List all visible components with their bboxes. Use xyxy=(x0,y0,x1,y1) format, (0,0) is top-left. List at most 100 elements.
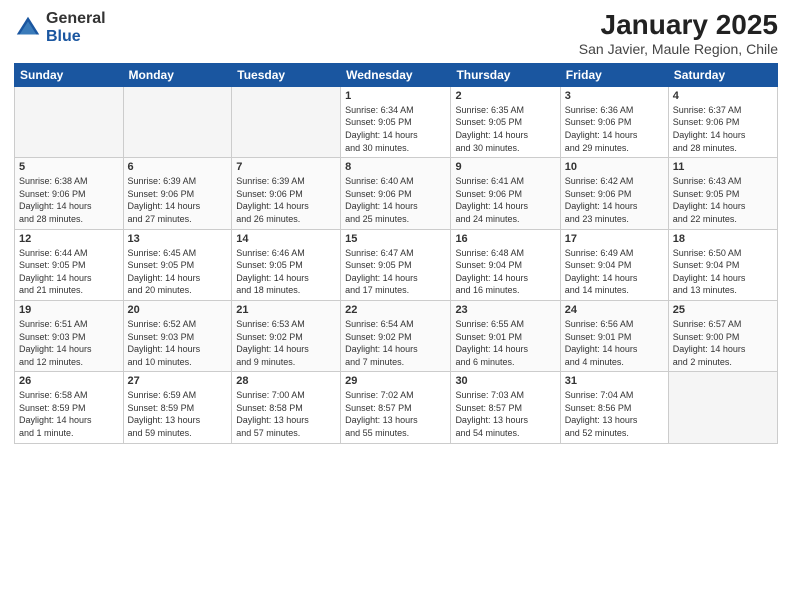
table-row: 12Sunrise: 6:44 AM Sunset: 9:05 PM Dayli… xyxy=(15,229,124,300)
calendar-week-row: 19 Sunrise: 6:51 AM Sunset: 9:03 PM Dayli… xyxy=(15,300,778,371)
table-row: 19 Sunrise: 6:51 AM Sunset: 9:03 PM Dayli… xyxy=(15,300,124,371)
table-row: 20 Sunrise: 6:52 AM Sunset: 9:03 PM Dayli… xyxy=(123,300,232,371)
day-info: Sunrise: 6:35 AM Sunset: 9:05 PM Dayligh… xyxy=(455,104,555,154)
table-row xyxy=(15,86,124,157)
table-row xyxy=(232,86,341,157)
col-saturday: Saturday xyxy=(668,63,777,86)
day-number: 25 xyxy=(673,304,773,316)
day-info: Sunrise: 7:00 AM Sunset: 8:58 PM Dayligh… xyxy=(236,389,336,439)
day-info: Sunrise: 6:58 AM Sunset: 8:59 PM Dayligh… xyxy=(19,389,119,439)
day-number: 19 xyxy=(19,304,119,316)
day-number: 20 xyxy=(128,304,228,316)
day-info: Sunrise: 6:43 AM Sunset: 9:05 PM Dayligh… xyxy=(673,175,773,225)
table-row: 25 Sunrise: 6:57 AM Sunset: 9:00 PM Dayli… xyxy=(668,300,777,371)
table-row: 15 Sunrise: 6:47 AM Sunset: 9:05 PM Dayli… xyxy=(341,229,451,300)
calendar-subtitle: San Javier, Maule Region, Chile xyxy=(579,41,778,57)
day-info: Sunrise: 6:52 AM Sunset: 9:03 PM Dayligh… xyxy=(128,318,228,368)
day-info: Sunrise: 6:51 AM Sunset: 9:03 PM Dayligh… xyxy=(19,318,119,368)
day-number: 21 xyxy=(236,304,336,316)
calendar-week-row: 5Sunrise: 6:38 AM Sunset: 9:06 PM Daylig… xyxy=(15,158,778,229)
title-block: January 2025 San Javier, Maule Region, C… xyxy=(579,10,778,57)
header: General Blue January 2025 San Javier, Ma… xyxy=(14,10,778,57)
table-row xyxy=(123,86,232,157)
day-info: Sunrise: 6:34 AM Sunset: 9:05 PM Dayligh… xyxy=(345,104,446,154)
table-row: 7 Sunrise: 6:39 AM Sunset: 9:06 PM Daylig… xyxy=(232,158,341,229)
day-number: 14 xyxy=(236,233,336,245)
day-number: 18 xyxy=(673,233,773,245)
table-row: 3 Sunrise: 6:36 AM Sunset: 9:06 PM Daylig… xyxy=(560,86,668,157)
table-row: 14 Sunrise: 6:46 AM Sunset: 9:05 PM Dayli… xyxy=(232,229,341,300)
logo-icon xyxy=(14,14,42,42)
day-number: 22 xyxy=(345,304,446,316)
calendar-header-row: Sunday Monday Tuesday Wednesday Thursday… xyxy=(15,63,778,86)
table-row: 26 Sunrise: 6:58 AM Sunset: 8:59 PM Dayli… xyxy=(15,372,124,443)
day-info: Sunrise: 6:57 AM Sunset: 9:00 PM Dayligh… xyxy=(673,318,773,368)
day-number: 17 xyxy=(565,233,664,245)
day-info: Sunrise: 6:56 AM Sunset: 9:01 PM Dayligh… xyxy=(565,318,664,368)
day-info: Sunrise: 6:59 AM Sunset: 8:59 PM Dayligh… xyxy=(128,389,228,439)
day-number: 26 xyxy=(19,375,119,387)
col-tuesday: Tuesday xyxy=(232,63,341,86)
day-number: 13 xyxy=(128,233,228,245)
col-thursday: Thursday xyxy=(451,63,560,86)
day-number: 24 xyxy=(565,304,664,316)
day-info: Sunrise: 6:37 AM Sunset: 9:06 PM Dayligh… xyxy=(673,104,773,154)
table-row: 5Sunrise: 6:38 AM Sunset: 9:06 PM Daylig… xyxy=(15,158,124,229)
table-row: 27 Sunrise: 6:59 AM Sunset: 8:59 PM Dayli… xyxy=(123,372,232,443)
table-row: 24 Sunrise: 6:56 AM Sunset: 9:01 PM Dayli… xyxy=(560,300,668,371)
day-info: Sunrise: 6:45 AM Sunset: 9:05 PM Dayligh… xyxy=(128,247,228,297)
table-row: 17 Sunrise: 6:49 AM Sunset: 9:04 PM Dayli… xyxy=(560,229,668,300)
day-number: 9 xyxy=(455,161,555,173)
table-row: 23 Sunrise: 6:55 AM Sunset: 9:01 PM Dayli… xyxy=(451,300,560,371)
table-row: 10Sunrise: 6:42 AM Sunset: 9:06 PM Dayli… xyxy=(560,158,668,229)
day-info: Sunrise: 6:48 AM Sunset: 9:04 PM Dayligh… xyxy=(455,247,555,297)
day-number: 1 xyxy=(345,90,446,102)
table-row: 11 Sunrise: 6:43 AM Sunset: 9:05 PM Dayli… xyxy=(668,158,777,229)
col-monday: Monday xyxy=(123,63,232,86)
day-number: 3 xyxy=(565,90,664,102)
day-info: Sunrise: 6:47 AM Sunset: 9:05 PM Dayligh… xyxy=(345,247,446,297)
table-row: 28 Sunrise: 7:00 AM Sunset: 8:58 PM Dayli… xyxy=(232,372,341,443)
logo-blue: Blue xyxy=(46,28,81,45)
day-number: 7 xyxy=(236,161,336,173)
day-number: 5 xyxy=(19,161,119,173)
calendar-week-row: 26 Sunrise: 6:58 AM Sunset: 8:59 PM Dayli… xyxy=(15,372,778,443)
table-row: 8Sunrise: 6:40 AM Sunset: 9:06 PM Daylig… xyxy=(341,158,451,229)
day-info: Sunrise: 6:40 AM Sunset: 9:06 PM Dayligh… xyxy=(345,175,446,225)
col-sunday: Sunday xyxy=(15,63,124,86)
day-number: 6 xyxy=(128,161,228,173)
logo: General Blue xyxy=(14,10,106,45)
table-row: 9 Sunrise: 6:41 AM Sunset: 9:06 PM Daylig… xyxy=(451,158,560,229)
day-number: 16 xyxy=(455,233,555,245)
table-row: 22Sunrise: 6:54 AM Sunset: 9:02 PM Dayli… xyxy=(341,300,451,371)
day-number: 12 xyxy=(19,233,119,245)
day-info: Sunrise: 6:36 AM Sunset: 9:06 PM Dayligh… xyxy=(565,104,664,154)
table-row xyxy=(668,372,777,443)
table-row: 4 Sunrise: 6:37 AM Sunset: 9:06 PM Daylig… xyxy=(668,86,777,157)
day-info: Sunrise: 6:50 AM Sunset: 9:04 PM Dayligh… xyxy=(673,247,773,297)
day-info: Sunrise: 7:03 AM Sunset: 8:57 PM Dayligh… xyxy=(455,389,555,439)
day-info: Sunrise: 6:42 AM Sunset: 9:06 PM Dayligh… xyxy=(565,175,664,225)
logo-general: General xyxy=(46,10,106,27)
table-row: 21Sunrise: 6:53 AM Sunset: 9:02 PM Dayli… xyxy=(232,300,341,371)
table-row: 1 Sunrise: 6:34 AM Sunset: 9:05 PM Daylig… xyxy=(341,86,451,157)
table-row: 16 Sunrise: 6:48 AM Sunset: 9:04 PM Dayli… xyxy=(451,229,560,300)
day-info: Sunrise: 6:55 AM Sunset: 9:01 PM Dayligh… xyxy=(455,318,555,368)
day-info: Sunrise: 6:39 AM Sunset: 9:06 PM Dayligh… xyxy=(236,175,336,225)
calendar-title: January 2025 xyxy=(579,10,778,41)
table-row: 31Sunrise: 7:04 AM Sunset: 8:56 PM Dayli… xyxy=(560,372,668,443)
calendar-table: Sunday Monday Tuesday Wednesday Thursday… xyxy=(14,63,778,444)
day-number: 2 xyxy=(455,90,555,102)
day-number: 27 xyxy=(128,375,228,387)
day-number: 28 xyxy=(236,375,336,387)
calendar-week-row: 1 Sunrise: 6:34 AM Sunset: 9:05 PM Daylig… xyxy=(15,86,778,157)
table-row: 30Sunrise: 7:03 AM Sunset: 8:57 PM Dayli… xyxy=(451,372,560,443)
day-number: 11 xyxy=(673,161,773,173)
day-number: 15 xyxy=(345,233,446,245)
day-number: 4 xyxy=(673,90,773,102)
day-number: 23 xyxy=(455,304,555,316)
day-info: Sunrise: 6:41 AM Sunset: 9:06 PM Dayligh… xyxy=(455,175,555,225)
day-info: Sunrise: 6:49 AM Sunset: 9:04 PM Dayligh… xyxy=(565,247,664,297)
logo-text: General Blue xyxy=(46,10,106,45)
day-info: Sunrise: 6:46 AM Sunset: 9:05 PM Dayligh… xyxy=(236,247,336,297)
